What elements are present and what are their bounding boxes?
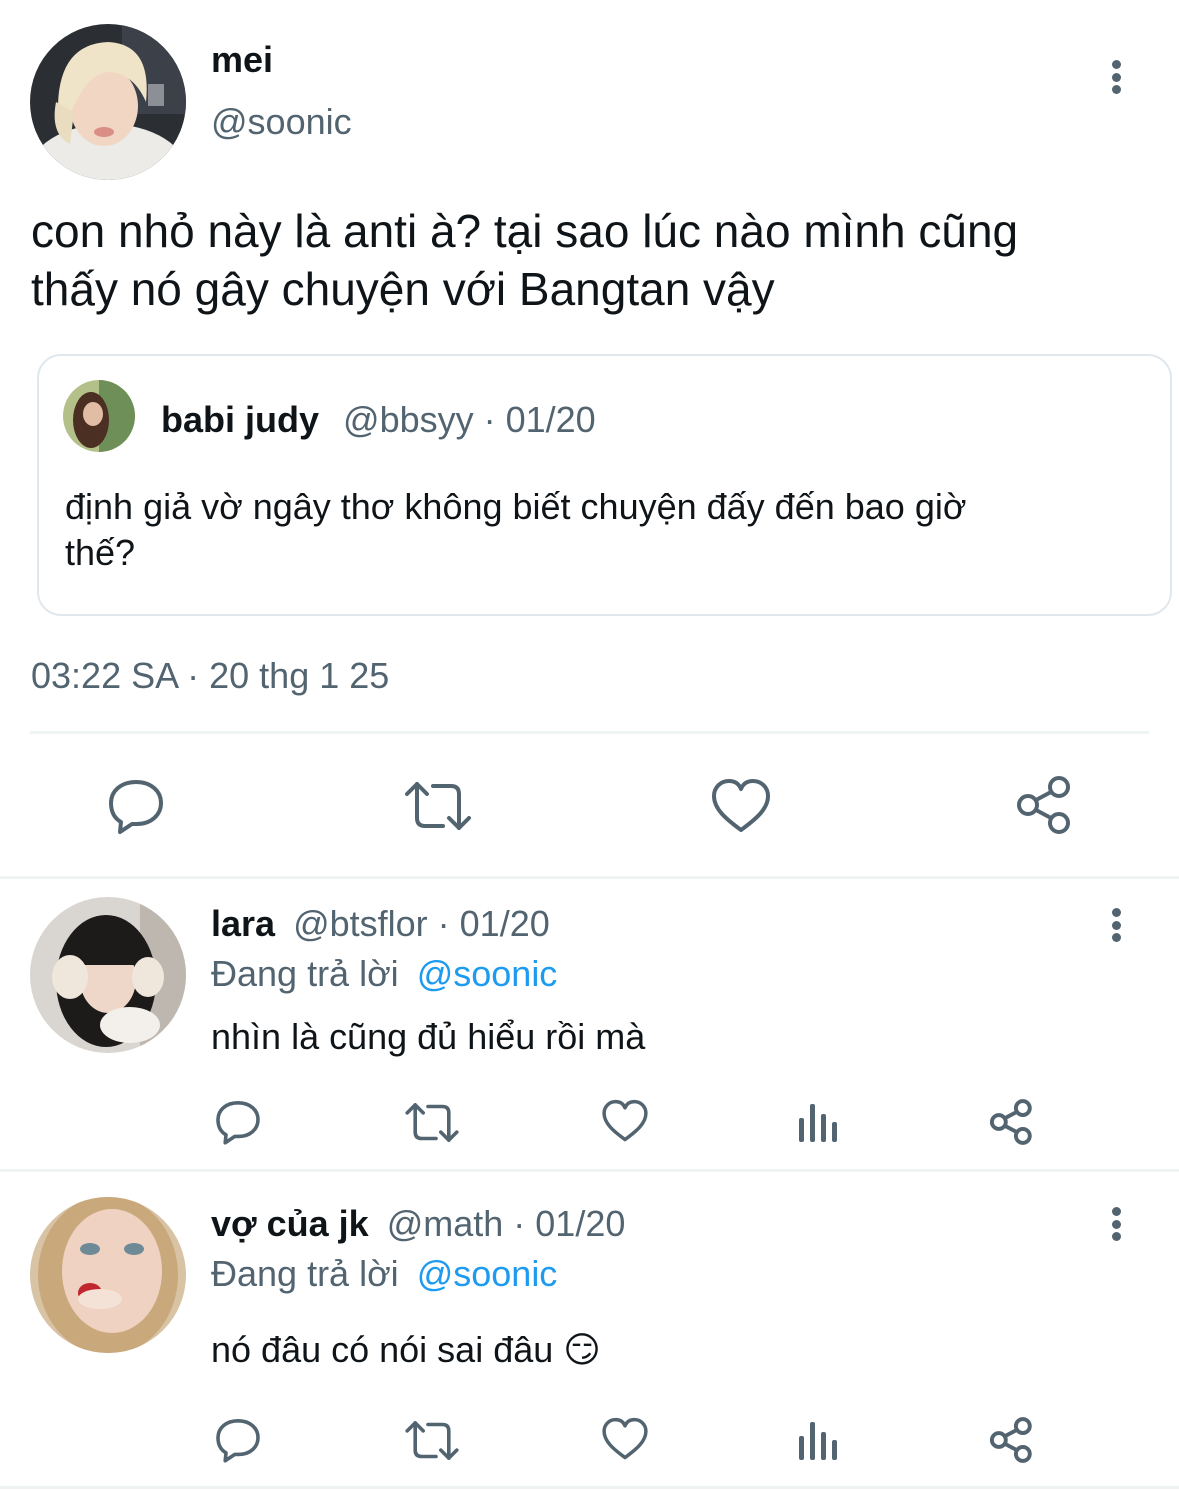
quoted-author-avatar [63,380,135,452]
share-icon[interactable] [988,1416,1036,1464]
replying-to-link[interactable]: @soonic [417,1253,558,1294]
reply-author-name[interactable]: lara [211,903,275,944]
divider [30,731,1149,734]
replying-to-label: Đang trả lời [211,1253,399,1294]
views-icon[interactable] [799,1100,839,1144]
retweet-icon[interactable] [404,1100,460,1145]
quoted-tweet-text-line: định giả vờ ngây thơ không biết chuyện đ… [65,486,967,527]
reply-author-avatar[interactable] [30,1197,186,1353]
quoted-tweet-text-line: thế? [65,532,136,573]
divider [0,1486,1179,1489]
heart-icon[interactable] [710,778,772,834]
tweet-timestamp[interactable]: 03:22 SA · 20 thg 1 25 [31,654,389,698]
more-options-icon[interactable] [1104,908,1128,942]
main-author-name[interactable]: mei [211,38,273,82]
more-options-icon[interactable] [1104,60,1128,94]
reply-author-avatar[interactable] [30,897,186,1053]
quoted-author-name: babi judy [161,399,320,440]
quoted-author-handle-date: @bbsyy · 01/20 [343,399,596,440]
divider [0,1169,1179,1172]
reply-icon[interactable] [214,1098,262,1146]
reply-text: nó đâu có nói sai đâu 😏 [211,1329,601,1370]
retweet-icon[interactable] [404,1418,460,1463]
reply-text: nhìn là cũng đủ hiểu rồi mà [211,1016,646,1057]
main-tweet-text-line: con nhỏ này là anti à? tại sao lúc nào m… [31,205,1019,257]
reply-author-handle-date[interactable]: @btsflor · 01/20 [293,903,550,944]
views-icon[interactable] [799,1418,839,1462]
main-author-handle[interactable]: @soonic [211,100,352,144]
quoted-tweet-text: định giả vờ ngây thơ không biết chuyện đ… [65,484,1145,576]
divider [0,876,1179,879]
share-icon[interactable] [1014,774,1076,836]
quoted-tweet-card[interactable]: babi judy @bbsyy · 01/20 định giả vờ ngâ… [37,354,1172,616]
replying-to-link[interactable]: @soonic [417,953,558,994]
reply-icon[interactable] [106,776,166,836]
main-tweet-text-line: thấy nó gây chuyện với Bangtan vậy [31,263,775,315]
heart-icon[interactable] [601,1099,649,1143]
share-icon[interactable] [988,1098,1036,1146]
replying-to-label: Đang trả lời [211,953,399,994]
reply-author-name[interactable]: vợ của jk [211,1203,369,1244]
reply-author-handle-date[interactable]: @math · 01/20 [387,1203,626,1244]
main-tweet-text: con nhỏ này là anti à? tại sao lúc nào m… [31,202,1161,318]
retweet-icon[interactable] [403,778,473,834]
main-author-avatar[interactable] [30,24,186,180]
heart-icon[interactable] [601,1417,649,1461]
reply-icon[interactable] [214,1416,262,1464]
more-options-icon[interactable] [1104,1207,1128,1241]
